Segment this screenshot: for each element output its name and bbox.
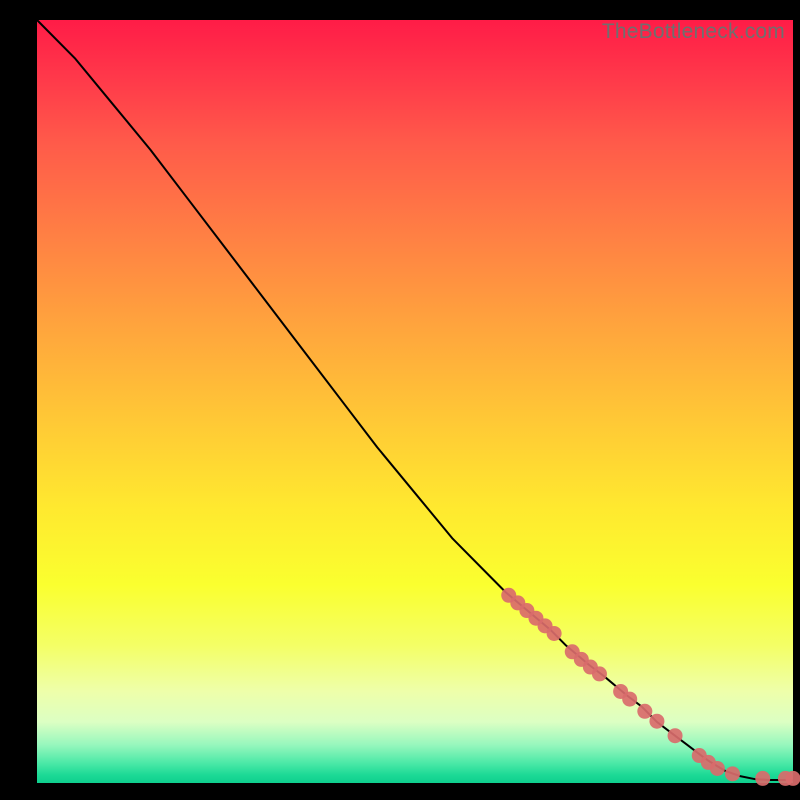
data-point bbox=[622, 692, 637, 707]
data-point bbox=[755, 771, 770, 786]
data-point bbox=[786, 771, 800, 786]
data-point bbox=[547, 626, 562, 641]
chart-overlay bbox=[37, 20, 793, 783]
data-point bbox=[725, 766, 740, 781]
data-point bbox=[668, 728, 683, 743]
plot-area: TheBottleneck.com bbox=[37, 20, 793, 783]
data-point bbox=[592, 666, 607, 681]
chart-frame: TheBottleneck.com bbox=[0, 0, 800, 800]
data-point bbox=[710, 761, 725, 776]
curve-line bbox=[37, 20, 793, 780]
data-point bbox=[637, 704, 652, 719]
data-point bbox=[649, 714, 664, 729]
